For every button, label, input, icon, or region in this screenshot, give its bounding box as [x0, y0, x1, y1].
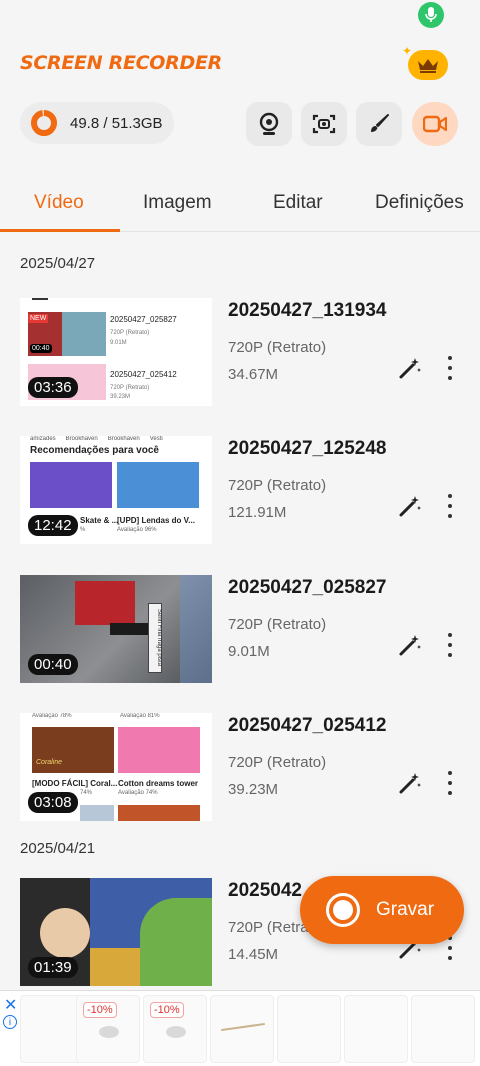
- thumb-text: Skate & ...: [80, 516, 119, 525]
- video-thumbnail[interactable]: Avaliação 78% Avaliação 81% Coraline [MO…: [20, 713, 212, 821]
- video-size: 121.91M: [228, 504, 287, 521]
- video-item[interactable]: amizades Brookhaven Brookhaven Vesti Rec…: [0, 436, 480, 544]
- thumb-text: Coraline: [36, 759, 63, 766]
- video-size: 39.23M: [228, 781, 279, 798]
- ad-product-card[interactable]: [411, 995, 475, 1063]
- ad-close-icon[interactable]: ✕: [4, 995, 17, 1015]
- video-duration: 03:08: [28, 792, 78, 813]
- ad-product-card[interactable]: -10%: [76, 995, 140, 1063]
- tab-edit[interactable]: Editar: [273, 192, 323, 214]
- video-size: 9.01M: [228, 643, 270, 660]
- ad-product-card[interactable]: [277, 995, 341, 1063]
- thumb-text: 720P (Retrato): [110, 330, 150, 336]
- video-resolution: 720P (Retrato): [228, 616, 327, 633]
- ad-product-card[interactable]: [20, 995, 84, 1063]
- thumb-text: Avaliação 96%: [117, 527, 157, 533]
- active-tab-indicator: [0, 229, 120, 232]
- thumb-text: [UPD] Lendas do V...: [117, 516, 195, 525]
- date-header: 2025/04/21: [20, 840, 96, 857]
- thumb-text: [MODO FÁCIL] Coral...: [32, 779, 118, 788]
- magic-wand-icon[interactable]: [398, 771, 422, 795]
- video-title: 20250427_131934: [228, 300, 387, 321]
- thumb-text: amizades Brookhaven Brookhaven Vesti: [30, 436, 163, 442]
- video-thumbnail[interactable]: Senh Fina fraga pista 00:40: [20, 575, 212, 683]
- ad-product-card[interactable]: [344, 995, 408, 1063]
- brush-button[interactable]: [356, 102, 402, 146]
- video-item[interactable]: Senh Fina fraga pista 00:40 20250427_025…: [0, 575, 480, 683]
- crown-icon: [418, 59, 438, 73]
- storage-indicator[interactable]: 49.8 / 51.3GB: [20, 102, 174, 144]
- video-item[interactable]: NEW 00:40 20250427_025827 720P (Retrato)…: [0, 298, 480, 406]
- thumb-text: 20250427_025827: [110, 315, 177, 324]
- thumb-text: 74%: [80, 790, 93, 796]
- tab-video[interactable]: Vídeo: [34, 192, 84, 214]
- thumb-text: 20250427_025412: [110, 370, 177, 379]
- thumb-text: 39.23M: [110, 394, 131, 400]
- magic-wand-icon[interactable]: [398, 356, 422, 380]
- thumb-text: 00:40: [30, 344, 52, 353]
- thumb-text: Senh Fina fraga pista: [156, 609, 162, 667]
- more-options-icon[interactable]: [444, 494, 456, 518]
- video-title: 20250427_025827: [228, 577, 387, 598]
- video-item[interactable]: Avaliação 78% Avaliação 81% Coraline [MO…: [0, 713, 480, 821]
- video-resolution: 720P (Retrato): [228, 339, 327, 356]
- thumb-text: Avaliação 81%: [120, 713, 160, 719]
- ad-info-icon[interactable]: i: [3, 1015, 17, 1029]
- more-options-icon[interactable]: [444, 356, 456, 380]
- video-title: 2025042: [228, 880, 302, 901]
- storage-text: 49.8 / 51.3GB: [70, 114, 163, 132]
- thumb-text: Cotton dreams tower: [118, 779, 199, 788]
- screenshot-icon: [312, 114, 336, 134]
- video-thumbnail[interactable]: NEW 00:40 20250427_025827 720P (Retrato)…: [20, 298, 212, 406]
- thumb-text: Recomendações para você: [30, 445, 159, 456]
- tab-image[interactable]: Imagem: [143, 192, 212, 214]
- new-badge: NEW: [28, 314, 49, 323]
- video-duration: 00:40: [28, 654, 78, 675]
- video-duration: 12:42: [28, 515, 78, 536]
- video-size: 34.67M: [228, 366, 279, 383]
- video-thumbnail[interactable]: amizades Brookhaven Brookhaven Vesti Rec…: [20, 436, 212, 544]
- video-resolution: 720P (Retrato): [228, 477, 327, 494]
- app-logo: SCREEN RECORDER: [20, 52, 222, 74]
- ad-product-card[interactable]: [210, 995, 274, 1063]
- date-header: 2025/04/27: [20, 255, 96, 272]
- tab-bar: Vídeo Imagem Editar Definições: [0, 180, 480, 232]
- video-thumbnail[interactable]: 01:39: [20, 878, 212, 986]
- video-duration: 01:39: [28, 957, 78, 978]
- video-camera-icon: [423, 115, 447, 133]
- video-resolution: 720P (Retra: [228, 919, 309, 936]
- premium-crown-button[interactable]: [408, 50, 448, 80]
- thumb-text: Avaliação 74%: [118, 790, 158, 796]
- ad-product-card[interactable]: -10%: [143, 995, 207, 1063]
- brush-icon: [371, 114, 389, 132]
- more-options-icon[interactable]: [444, 633, 456, 657]
- thumb-text: Avaliação 78%: [32, 713, 72, 719]
- record-icon: [326, 893, 360, 927]
- video-resolution: 720P (Retrato): [228, 754, 327, 771]
- tab-settings[interactable]: Definições: [375, 192, 464, 214]
- thumb-text: 720P (Retrato): [110, 385, 150, 391]
- video-title: 20250427_125248: [228, 438, 387, 459]
- video-title: 20250427_025412: [228, 715, 387, 736]
- thumb-text: %: [80, 527, 86, 533]
- microphone-status-icon: [418, 2, 444, 28]
- magic-wand-icon[interactable]: [398, 633, 422, 657]
- discount-badge: -10%: [83, 1002, 117, 1018]
- magic-wand-icon[interactable]: [398, 494, 422, 518]
- video-duration: 03:36: [28, 377, 78, 398]
- record-button[interactable]: Gravar: [300, 876, 464, 944]
- thumb-text: 9.01M: [110, 340, 127, 346]
- record-button-label: Gravar: [376, 899, 435, 920]
- record-mode-button[interactable]: [412, 102, 458, 146]
- screenshot-button[interactable]: [301, 102, 347, 146]
- storage-ring-icon: [31, 110, 57, 136]
- more-options-icon[interactable]: [444, 771, 456, 795]
- webcam-icon: [259, 112, 279, 135]
- ad-banner[interactable]: ✕ i -10% -10%: [0, 990, 480, 1066]
- video-size: 14.45M: [228, 946, 279, 963]
- discount-badge: -10%: [150, 1002, 184, 1018]
- webcam-button[interactable]: [246, 102, 292, 146]
